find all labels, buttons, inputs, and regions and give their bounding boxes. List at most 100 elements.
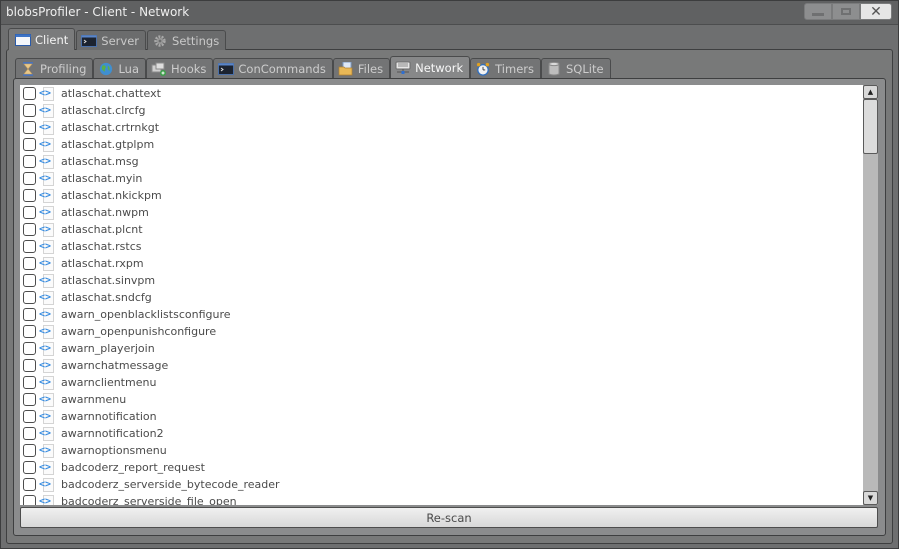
network-string-icon: <> xyxy=(39,358,54,373)
network-string-icon: <> xyxy=(39,324,54,339)
item-checkbox[interactable] xyxy=(23,189,36,202)
window-controls: ✕ xyxy=(804,3,892,20)
close-button[interactable]: ✕ xyxy=(860,3,892,20)
item-checkbox[interactable] xyxy=(23,104,36,117)
outer-tab-bar: Client Server Settings xyxy=(8,28,227,50)
tab-server-label: Server xyxy=(101,33,140,48)
item-label: awarnchatmessage xyxy=(61,359,169,372)
item-label: atlaschat.msg xyxy=(61,155,139,168)
item-label: awarnclientmenu xyxy=(61,376,157,389)
minimize-button[interactable] xyxy=(804,3,832,20)
network-string-icon: <> xyxy=(39,443,54,458)
item-checkbox[interactable] xyxy=(23,427,36,440)
tab-files[interactable]: Files xyxy=(332,58,391,78)
tab-lua[interactable]: Lua xyxy=(93,58,147,78)
list-item[interactable]: <> atlaschat.sndcfg xyxy=(20,289,863,306)
item-checkbox[interactable] xyxy=(23,325,36,338)
list-item[interactable]: <> atlaschat.chattext xyxy=(20,85,863,102)
tab-server[interactable]: Server xyxy=(76,30,147,50)
list-item[interactable]: <> atlaschat.nkickpm xyxy=(20,187,863,204)
item-checkbox[interactable] xyxy=(23,240,36,253)
item-checkbox[interactable] xyxy=(23,206,36,219)
item-checkbox[interactable] xyxy=(23,376,36,389)
list-item[interactable]: <> awarnnotification2 xyxy=(20,425,863,442)
maximize-button[interactable] xyxy=(832,3,860,20)
tab-sqlite-label: SQLite xyxy=(566,61,604,76)
list-item[interactable]: <> atlaschat.sinvpm xyxy=(20,272,863,289)
item-label: atlaschat.gtplpm xyxy=(61,138,155,151)
item-checkbox[interactable] xyxy=(23,342,36,355)
item-checkbox[interactable] xyxy=(23,223,36,236)
scroll-down-button[interactable]: ▼ xyxy=(863,491,878,505)
scroll-thumb[interactable] xyxy=(863,99,878,154)
list-item[interactable]: <> awarnnotification xyxy=(20,408,863,425)
tab-concommands[interactable]: ConCommands xyxy=(213,58,333,78)
tab-network-label: Network xyxy=(415,60,464,75)
list-item[interactable]: <> awarnmenu xyxy=(20,391,863,408)
item-checkbox[interactable] xyxy=(23,138,36,151)
item-checkbox[interactable] xyxy=(23,478,36,491)
item-label: atlaschat.nkickpm xyxy=(61,189,162,202)
item-label: atlaschat.plcnt xyxy=(61,223,143,236)
item-checkbox[interactable] xyxy=(23,393,36,406)
item-checkbox[interactable] xyxy=(23,274,36,287)
item-checkbox[interactable] xyxy=(23,308,36,321)
list-item[interactable]: <> awarn_openpunishconfigure xyxy=(20,323,863,340)
rescan-button[interactable]: Re-scan xyxy=(20,507,878,528)
list-item[interactable]: <> atlaschat.gtplpm xyxy=(20,136,863,153)
list-item[interactable]: <> awarnoptionsmenu xyxy=(20,442,863,459)
network-string-list[interactable]: <> atlaschat.chattext <> atlaschat.clrcfg <>… xyxy=(20,85,863,505)
tab-client[interactable]: Client xyxy=(8,28,76,50)
list-item[interactable]: <> awarnchatmessage xyxy=(20,357,863,374)
network-string-icon: <> xyxy=(39,103,54,118)
item-checkbox[interactable] xyxy=(23,359,36,372)
item-checkbox[interactable] xyxy=(23,257,36,270)
tab-files-label: Files xyxy=(357,61,384,76)
item-checkbox[interactable] xyxy=(23,461,36,474)
window-icon xyxy=(15,33,31,47)
list-item[interactable]: <> atlaschat.myin xyxy=(20,170,863,187)
item-label: atlaschat.crtrnkgt xyxy=(61,121,160,134)
item-checkbox[interactable] xyxy=(23,291,36,304)
list-item[interactable]: <> awarn_playerjoin xyxy=(20,340,863,357)
list-item[interactable]: <> atlaschat.nwpm xyxy=(20,204,863,221)
item-label: badcoderz_serverside_file_open xyxy=(61,495,237,505)
item-checkbox[interactable] xyxy=(23,87,36,100)
tab-hooks[interactable]: Hooks xyxy=(146,58,214,78)
tab-sqlite[interactable]: SQLite xyxy=(541,58,611,78)
network-string-icon: <> xyxy=(39,222,54,237)
item-label: badcoderz_report_request xyxy=(61,461,205,474)
list-item[interactable]: <> badcoderz_serverside_file_open xyxy=(20,493,863,505)
item-label: awarn_openblacklistsconfigure xyxy=(61,308,231,321)
gear-icon xyxy=(152,34,168,48)
list-item[interactable]: <> awarn_openblacklistsconfigure xyxy=(20,306,863,323)
list-item[interactable]: <> atlaschat.msg xyxy=(20,153,863,170)
list-item[interactable]: <> atlaschat.rstcs xyxy=(20,238,863,255)
item-label: atlaschat.rstcs xyxy=(61,240,142,253)
list-item[interactable]: <> awarnclientmenu xyxy=(20,374,863,391)
list-item[interactable]: <> atlaschat.clrcfg xyxy=(20,102,863,119)
network-string-icon: <> xyxy=(39,171,54,186)
item-checkbox[interactable] xyxy=(23,495,36,505)
vertical-scrollbar[interactable]: ▲ ▼ xyxy=(863,85,878,505)
list-item[interactable]: <> atlaschat.rxpm xyxy=(20,255,863,272)
tab-settings[interactable]: Settings xyxy=(147,30,227,50)
network-string-icon: <> xyxy=(39,120,54,135)
item-checkbox[interactable] xyxy=(23,172,36,185)
scroll-up-button[interactable]: ▲ xyxy=(863,85,878,99)
item-checkbox[interactable] xyxy=(23,410,36,423)
tab-network[interactable]: Network xyxy=(390,56,471,78)
item-checkbox[interactable] xyxy=(23,444,36,457)
network-string-icon: <> xyxy=(39,477,54,492)
title-bar[interactable]: blobsProfiler - Client - Network ✕ xyxy=(1,1,898,25)
item-checkbox[interactable] xyxy=(23,121,36,134)
list-item[interactable]: <> badcoderz_report_request xyxy=(20,459,863,476)
list-item[interactable]: <> atlaschat.crtrnkgt xyxy=(20,119,863,136)
tab-concommands-label: ConCommands xyxy=(238,61,326,76)
list-item[interactable]: <> atlaschat.plcnt xyxy=(20,221,863,238)
item-checkbox[interactable] xyxy=(23,155,36,168)
tab-hooks-label: Hooks xyxy=(171,61,207,76)
tab-profiling[interactable]: Profiling xyxy=(15,58,94,78)
tab-timers[interactable]: Timers xyxy=(470,58,541,78)
list-item[interactable]: <> badcoderz_serverside_bytecode_reader xyxy=(20,476,863,493)
